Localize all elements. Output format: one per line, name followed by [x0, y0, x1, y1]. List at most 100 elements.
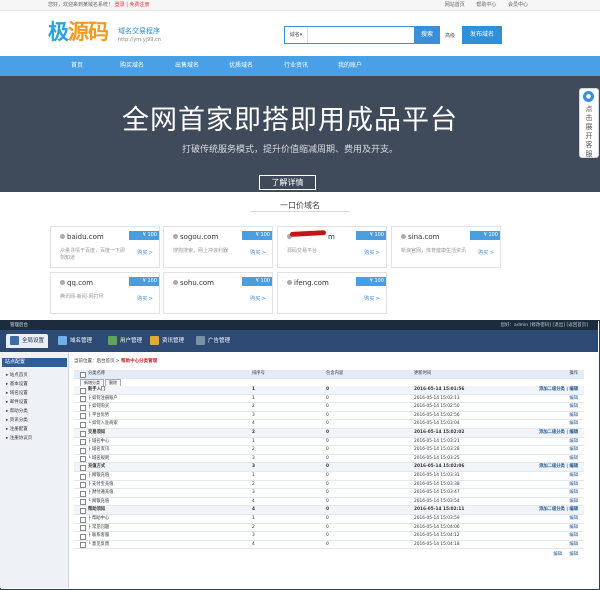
- row-actions[interactable]: 编辑: [569, 455, 578, 463]
- row-actions[interactable]: 编辑: [569, 515, 578, 523]
- news-icon: [150, 336, 159, 345]
- row-checkbox[interactable]: [80, 421, 86, 428]
- search-input[interactable]: 域名▾: [284, 26, 416, 44]
- sidebar-head[interactable]: 站点配置: [2, 358, 67, 367]
- tab-label: 广告管理: [208, 338, 231, 344]
- tab-ad-manage[interactable]: 广告管理: [196, 334, 230, 348]
- row-checkbox[interactable]: [80, 507, 86, 514]
- nav-news[interactable]: 行业资讯: [284, 56, 308, 76]
- row-checkbox[interactable]: [80, 542, 86, 549]
- search-type-select[interactable]: 域名▾: [285, 27, 308, 43]
- category-group-row: 交易须知 2 0 2016-05-14 15:02:02 添加二级分类 | 编辑: [74, 429, 584, 438]
- admin-user-links[interactable]: 您好：admin [修改密码] [退出] [返回首页]: [501, 322, 588, 328]
- row-checkbox[interactable]: [80, 456, 86, 463]
- buy-link[interactable]: 购买 >: [364, 295, 380, 302]
- nav-home[interactable]: 首页: [71, 56, 83, 76]
- row-actions[interactable]: 编辑: [569, 395, 578, 403]
- row-checkbox[interactable]: [80, 464, 86, 471]
- domain-card[interactable]: ifeng.com ¥ 100 购买 >: [277, 272, 387, 314]
- nav-account[interactable]: 我的账户: [338, 56, 362, 76]
- row-checkbox[interactable]: [80, 473, 86, 480]
- buy-link[interactable]: 购买 >: [364, 249, 380, 256]
- category-name: 新手入门: [88, 387, 106, 392]
- row-actions[interactable]: 添加二级分类 | 编辑: [539, 463, 578, 471]
- row-actions[interactable]: 编辑: [569, 481, 578, 489]
- row-checkbox[interactable]: [80, 533, 86, 540]
- domain-card[interactable]: baidu.com ¥ 100 众量寻情于百度，百度一下即刻知道 购买 >: [50, 226, 160, 268]
- post-domain-button[interactable]: 发布域名: [462, 26, 502, 44]
- row-actions[interactable]: 添加二级分类 | 编辑: [539, 386, 578, 394]
- tab-user-manage[interactable]: 用户管理: [108, 334, 142, 348]
- domain-card[interactable]: sogou.com ¥ 100 搜狗搜索，网上冲浪利器 购买 >: [163, 226, 273, 268]
- tab-news-manage[interactable]: 资讯管理: [150, 334, 184, 348]
- row-checkbox[interactable]: [80, 430, 86, 437]
- search-button[interactable]: 搜索: [414, 26, 440, 44]
- footer-edit-button[interactable]: 编辑: [553, 551, 562, 559]
- nav-premium[interactable]: 优质域名: [229, 56, 253, 76]
- customer-service-widget[interactable]: ● 点击展开客服: [579, 88, 599, 158]
- row-checkbox[interactable]: [80, 396, 86, 403]
- login-link[interactable]: 登录: [115, 2, 125, 8]
- learn-more-button[interactable]: 了解详情: [259, 175, 316, 190]
- sidebar-item[interactable]: ▸ 注册配置: [6, 426, 28, 432]
- row-actions[interactable]: 编辑: [569, 438, 578, 446]
- sidebar-item[interactable]: ▸ 邮件设置: [6, 399, 28, 405]
- row-checkbox[interactable]: [80, 482, 86, 489]
- row-actions[interactable]: 编辑: [569, 446, 578, 454]
- sidebar-item[interactable]: ▸ 帮助分类: [6, 408, 28, 414]
- content-count: 0: [326, 516, 329, 521]
- buy-link[interactable]: 购买 >: [250, 295, 266, 302]
- advanced-search-link[interactable]: 高级: [445, 32, 455, 39]
- buy-link[interactable]: 购买 >: [137, 249, 153, 256]
- row-checkbox[interactable]: [80, 413, 86, 420]
- nav-sell[interactable]: 出售域名: [175, 56, 199, 76]
- help-link[interactable]: 帮助中心: [476, 2, 496, 8]
- row-checkbox[interactable]: [80, 387, 86, 394]
- category-name: ├ 如何注册账户: [88, 395, 118, 401]
- row-actions[interactable]: 编辑: [569, 412, 578, 420]
- domain-card[interactable]: m ¥ 100 源码交易平台 购买 >: [277, 226, 387, 268]
- footer-edit-button[interactable]: 编辑: [569, 551, 578, 559]
- row-actions[interactable]: 编辑: [569, 489, 578, 497]
- domain-desc: 源码交易平台: [287, 248, 318, 254]
- row-actions[interactable]: 编辑: [569, 524, 578, 532]
- sidebar-item[interactable]: ▸ 资讯分类: [6, 417, 28, 423]
- row-checkbox[interactable]: [80, 490, 86, 497]
- sidebar-item[interactable]: ▸ 基本设置: [6, 381, 28, 387]
- row-checkbox[interactable]: [80, 516, 86, 523]
- buy-link[interactable]: 购买 >: [250, 249, 266, 256]
- category-name: ├ 联系客服: [88, 533, 110, 539]
- home-link[interactable]: 网站首页: [445, 2, 465, 8]
- content-count: 0: [326, 481, 329, 487]
- sort-order: 3: [252, 533, 255, 539]
- tab-domain-manage[interactable]: 域名管理: [58, 334, 92, 348]
- buy-link[interactable]: 购买 >: [478, 249, 494, 256]
- nav-buy[interactable]: 购买域名: [120, 56, 144, 76]
- row-checkbox[interactable]: [80, 404, 86, 411]
- row-checkbox[interactable]: [80, 439, 86, 446]
- tab-global-settings[interactable]: 全局设置: [6, 334, 49, 348]
- select-all-checkbox[interactable]: [80, 371, 86, 378]
- row-checkbox[interactable]: [80, 447, 86, 454]
- row-actions[interactable]: 添加二级分类 | 编辑: [539, 506, 578, 514]
- row-actions[interactable]: 编辑: [569, 498, 578, 506]
- row-actions[interactable]: 编辑: [569, 532, 578, 540]
- domain-card[interactable]: qq.com ¥ 100 腾讯网-新闻-网打尽 购买 >: [50, 272, 160, 314]
- site-logo[interactable]: 极源码: [48, 18, 114, 50]
- row-actions[interactable]: 编辑: [569, 420, 578, 428]
- sidebar-item[interactable]: ▸ 站点首页: [6, 372, 28, 378]
- row-actions[interactable]: 编辑: [569, 541, 578, 549]
- buy-link[interactable]: 购买 >: [137, 295, 153, 302]
- row-checkbox[interactable]: [80, 525, 86, 532]
- row-checkbox[interactable]: [80, 499, 86, 506]
- service-text: 点击展开客服: [585, 105, 593, 158]
- register-link[interactable]: 免费注册: [130, 2, 150, 8]
- sidebar-item[interactable]: ▸ 域名设置: [6, 390, 28, 396]
- member-link[interactable]: 会员中心: [508, 2, 528, 8]
- domain-card[interactable]: sohu.com ¥ 100 购买 >: [163, 272, 273, 314]
- sidebar-item[interactable]: ▸ 注册协议页: [6, 435, 32, 441]
- domain-card[interactable]: sina.com ¥ 100 新浪官网，体育健康生活资讯 购买 >: [391, 226, 501, 268]
- row-actions[interactable]: 编辑: [569, 472, 578, 480]
- row-actions[interactable]: 添加二级分类 | 编辑: [539, 429, 578, 437]
- row-actions[interactable]: 编辑: [569, 403, 578, 411]
